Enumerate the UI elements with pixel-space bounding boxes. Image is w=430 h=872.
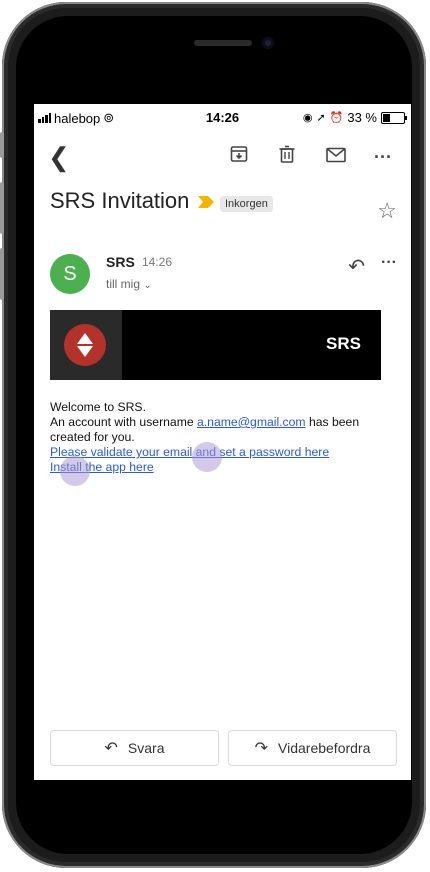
email-banner: SRS [50, 310, 381, 380]
location-lock-icon: ◉ [302, 112, 313, 124]
battery-icon [381, 111, 407, 124]
alarm-icon: ⏰ [329, 112, 344, 124]
battery-percent: 33 % [347, 110, 377, 125]
avatar: S [50, 254, 90, 294]
earpiece-speaker [194, 40, 252, 46]
reply-icon[interactable]: ↶ [348, 254, 365, 279]
tap-indicator [192, 442, 222, 472]
body-line-welcome: Welcome to SRS. [50, 400, 146, 414]
delete-icon[interactable] [278, 142, 296, 172]
recipient-toggle[interactable]: till mig ⌄ [106, 277, 152, 291]
logo-box [50, 310, 122, 380]
mail-icon[interactable] [326, 142, 346, 172]
email-subject: SRS Invitation [50, 188, 190, 213]
back-icon[interactable]: ❮ [48, 142, 70, 172]
star-icon[interactable]: ☆ [377, 198, 397, 224]
forward-icon: ↷ [254, 740, 269, 757]
status-right: ◉ ➚ ⏰ 33 % [302, 110, 407, 125]
body-line-account: An account with username a.name@gmail.co… [50, 415, 390, 430]
reply-label: Svara [127, 740, 165, 756]
body-text-prefix: An account with username [50, 415, 194, 429]
more-icon[interactable]: ··· [374, 142, 392, 172]
reply-icon: ↶ [104, 740, 118, 757]
body-text-suffix: has been [308, 415, 360, 429]
navigation-arrow-icon: ➚ [316, 112, 326, 124]
status-bar: halebop ⊚ 14:26 ◉ ➚ ⏰ 33 % [34, 104, 411, 128]
banner-title: SRS [326, 334, 361, 353]
mute-switch [0, 132, 4, 158]
email-address-link[interactable]: a.name@gmail.com [197, 415, 306, 429]
recipient-label: till mig [106, 277, 141, 291]
forward-button[interactable]: ↷ Vidarebefordra [228, 730, 397, 766]
archive-icon[interactable] [230, 142, 248, 172]
tap-indicator [60, 456, 90, 486]
front-camera [262, 37, 274, 49]
screen: halebop ⊚ 14:26 ◉ ➚ ⏰ 33 % ❮ ··· SRS Inv… [34, 104, 411, 780]
sent-time: 14:26 [142, 255, 173, 269]
sender-name: SRS [106, 254, 135, 270]
body-line-created: created for you. [50, 430, 135, 444]
label-chip[interactable]: Inkorgen [220, 196, 273, 212]
volume-up-button [0, 182, 4, 234]
reply-button[interactable]: ↶ Svara [50, 730, 219, 766]
email-toolbar: ❮ ··· [34, 142, 411, 172]
srs-logo-icon [64, 324, 106, 366]
chevron-down-icon: ⌄ [143, 280, 152, 291]
volume-down-button [0, 248, 4, 300]
forward-label: Vidarebefordra [278, 740, 371, 756]
label-arrow-icon [198, 196, 214, 208]
message-more-icon[interactable]: ··· [381, 254, 397, 272]
validate-email-link[interactable]: Please validate your email and set a pas… [50, 445, 329, 459]
